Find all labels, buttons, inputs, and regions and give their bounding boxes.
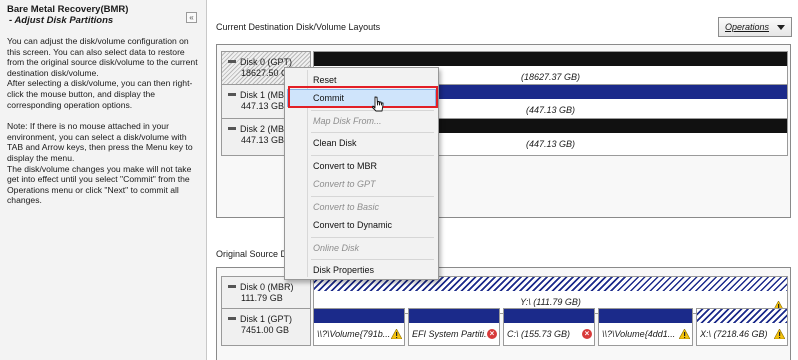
disk-name: Disk 1 (GPT)	[240, 314, 293, 324]
warning-icon	[391, 329, 402, 339]
collapse-dash-icon	[228, 317, 236, 321]
volume-bar	[409, 309, 499, 323]
volume-bar	[697, 309, 787, 323]
volume-label: X:\ (7218.46 GB)	[700, 329, 768, 339]
source-volume[interactable]: \\?\Volume{4dd1...	[598, 308, 693, 346]
menu-item-convert-to-mbr[interactable]: Convert to MBR	[287, 157, 436, 175]
menu-item-commit[interactable]: Commit	[287, 89, 436, 107]
menu-separator	[311, 155, 434, 156]
collapse-dash-icon	[228, 93, 236, 97]
menu-item-reset[interactable]: Reset	[287, 71, 436, 89]
volume-label: EFI System Partiti...	[412, 329, 487, 339]
help-paragraph: After selecting a disk/volume, you can t…	[7, 78, 193, 110]
operations-dropdown-button[interactable]: Operations	[718, 17, 792, 37]
menu-separator	[311, 259, 434, 260]
source-disk-label[interactable]: Disk 1 (GPT) 7451.00 GB	[221, 308, 311, 346]
menu-separator	[311, 132, 434, 133]
mouse-pointer-icon	[372, 96, 384, 112]
collapse-panel-button[interactable]: «	[186, 12, 197, 23]
menu-separator	[311, 196, 434, 197]
error-icon: ×	[582, 329, 592, 339]
chevron-down-icon	[777, 25, 785, 30]
help-paragraph: Note: If there is no mouse attached in y…	[7, 121, 193, 163]
menu-item-convert-to-gpt[interactable]: Convert to GPT	[287, 175, 436, 193]
volume-bar	[314, 309, 404, 323]
menu-item-convert-to-basic[interactable]: Convert to Basic	[287, 198, 436, 216]
destination-layout-label: Current Destination Disk/Volume Layouts	[216, 22, 381, 32]
operations-label: Operations	[725, 22, 770, 32]
help-subtitle: - Adjust Disk Partitions	[9, 15, 114, 26]
volume-label: C:\ (155.73 GB)	[507, 329, 571, 339]
source-disk-row: Disk 1 (GPT) 7451.00 GB \\?\Volume{791b.…	[221, 308, 788, 346]
help-paragraph: The disk/volume changes you make will no…	[7, 163, 192, 206]
help-text: You can adjust the disk/volume configura…	[7, 36, 200, 206]
menu-item-online-disk[interactable]: Online Disk	[287, 239, 436, 257]
menu-item-clean-disk[interactable]: Clean Disk	[287, 134, 436, 152]
source-volume[interactable]: \\?\Volume{791b...	[313, 308, 405, 346]
collapse-dash-icon	[228, 285, 236, 289]
volume-label: \\?\Volume{791b...	[317, 329, 391, 339]
help-panel: Bare Metal Recovery(BMR) - Adjust Disk P…	[0, 0, 207, 360]
disk-name: Disk 0 (GPT)	[240, 57, 293, 67]
collapse-dash-icon	[228, 127, 236, 131]
volume-bar	[314, 52, 787, 66]
source-volume[interactable]: C:\ (155.73 GB) ×	[503, 308, 595, 346]
help-title: Bare Metal Recovery(BMR)	[7, 4, 129, 15]
context-menu: Reset Commit Map Disk From... Clean Disk…	[284, 67, 439, 280]
menu-item-convert-to-dynamic[interactable]: Convert to Dynamic	[287, 216, 436, 234]
menu-separator	[311, 237, 434, 238]
source-disk-panel: Disk 0 (MBR) 111.79 GB Y:\ (111.79 GB) D…	[216, 267, 791, 360]
menu-item-disk-properties[interactable]: Disk Properties	[287, 261, 436, 279]
warning-icon	[774, 329, 785, 339]
help-paragraph: You can adjust the disk/volume configura…	[7, 36, 198, 78]
volume-bar	[599, 309, 692, 323]
disk-size: 7451.00 GB	[241, 325, 290, 335]
warning-icon	[679, 329, 690, 339]
menu-item-map-disk-from[interactable]: Map Disk From...	[287, 112, 436, 130]
error-icon: ×	[487, 329, 497, 339]
volume-label: Y:\ (111.79 GB)	[520, 297, 581, 307]
volume-bar	[504, 309, 594, 323]
source-volume[interactable]: X:\ (7218.46 GB)	[696, 308, 788, 346]
volume-label: \\?\Volume{4dd1...	[602, 329, 676, 339]
source-volume[interactable]: EFI System Partiti... ×	[408, 308, 500, 346]
collapse-dash-icon	[228, 60, 236, 64]
disk-name: Disk 0 (MBR)	[240, 282, 294, 292]
disk-size: 111.79 GB	[241, 293, 283, 303]
